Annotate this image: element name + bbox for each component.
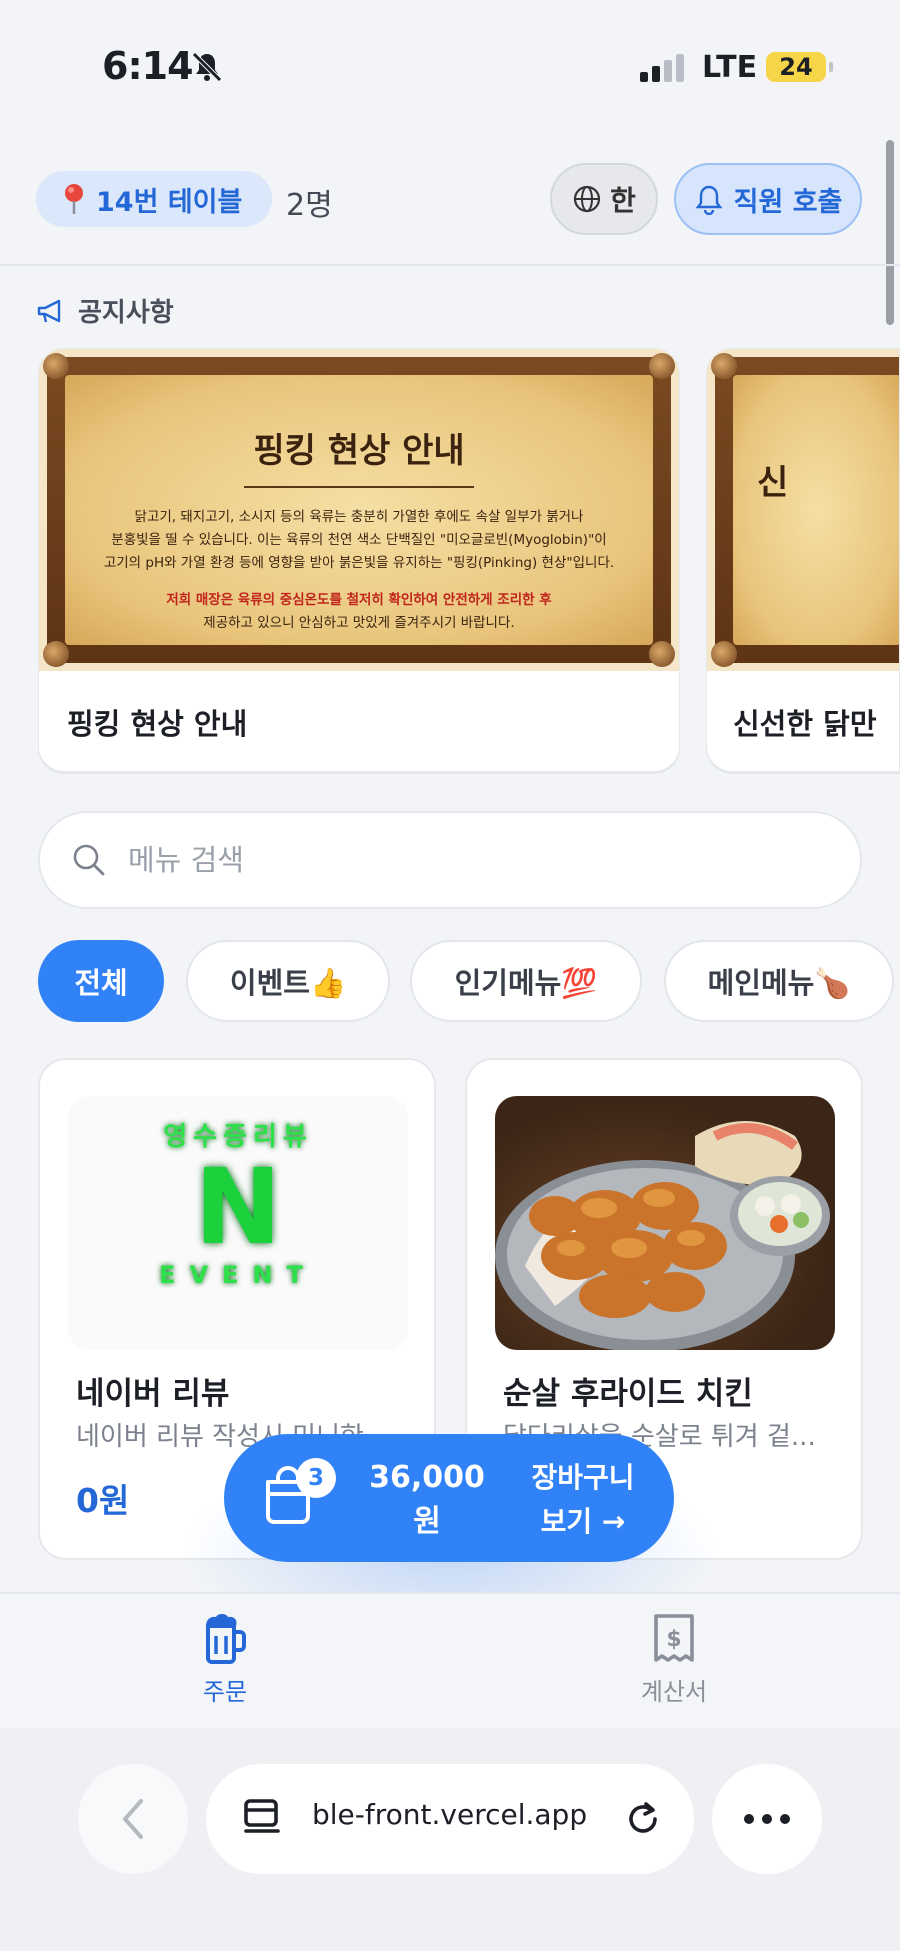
browser-back-button[interactable] [78,1764,188,1874]
category-tab-all[interactable]: 전체 [38,940,164,1022]
notice-card-title: 핑킹 현상 안내 [67,707,248,741]
more-dots-icon [744,1814,790,1824]
network-type: LTE [702,50,758,85]
product-image-text: N [194,1146,282,1268]
notice-section-label: 공지사항 [78,298,174,328]
product-price: 0원 [76,1481,130,1520]
bottom-tab-bar: 주문 $ 계산서 [0,1592,900,1728]
language-button[interactable]: 한 [550,163,658,235]
bell-icon [695,185,723,215]
megaphone-icon [37,299,61,322]
cart-total-amount: 36,000 [369,1460,485,1495]
status-time: 6:14 [102,44,194,88]
guest-count: 2명 [286,188,333,223]
scrollbar[interactable] [886,140,894,325]
search-input[interactable] [128,843,768,877]
cart-total-unit: 원 [413,1504,441,1539]
table-chip: 14번 테이블 [36,171,273,227]
notice-image-text: 제공하고 있으니 안심하고 맛있게 즐겨주시기 바랍니다. [203,615,515,631]
search-icon [73,844,105,876]
call-staff-label: 직원 호출 [733,186,843,218]
cart-view-line: 보기 → [540,1505,626,1538]
chevron-left-icon [123,1799,143,1839]
product-image: 영수증리뷰 N EVENT [68,1096,408,1350]
notice-image-heading: 핑킹 현상 안내 [253,431,465,471]
call-staff-button[interactable]: 직원 호출 [674,163,862,235]
product-image-text: EVENT [159,1261,317,1289]
svg-text:$: $ [666,1627,681,1652]
notice-image: 신 [707,349,899,671]
tab-bill[interactable]: $ 계산서 [604,1612,744,1707]
signal-icon [640,54,684,82]
cart-total: 36,000 원 [342,1456,512,1544]
bell-off-icon [192,52,222,82]
browser-url-text: ble-front.vercel.app [312,1798,588,1831]
receipt-icon: $ [654,1614,694,1662]
battery-indicator: 24 [766,52,833,82]
globe-icon [574,185,601,213]
browser-toolbar: ble-front.vercel.app [0,1728,900,1951]
product-image-text: 영수증리뷰 [163,1122,313,1152]
beer-mug-icon [206,1614,246,1664]
tab-order[interactable]: 주문 [155,1612,295,1707]
status-bar: 6:14 LTE 24 [0,0,900,130]
cart-view-line: 장바구니 [531,1461,635,1494]
category-tab-main[interactable]: 메인메뉴🍗 [664,940,894,1022]
product-name: 순살 후라이드 치킨 [503,1376,753,1412]
notice-image-text: 분홍빛을 띨 수 있습니다. 이는 육류의 천연 색소 단백질인 "미오글로빈(… [111,532,607,548]
notice-card[interactable]: 핑킹 현상 안내 닭고기, 돼지고기, 소시지 등의 육류는 충분히 가열한 후… [38,348,680,772]
header-divider [0,264,900,266]
browser-more-button[interactable] [712,1764,822,1874]
product-image [495,1096,835,1350]
pin-icon [65,184,83,214]
view-cart-button[interactable]: 3 36,000 원 장바구니 보기 → [224,1434,674,1562]
notice-card[interactable]: 신 신선한 닭만 [706,348,900,772]
category-tab-popular[interactable]: 인기메뉴💯 [410,940,642,1022]
cart-view-label: 장바구니 보기 → [508,1456,658,1544]
tab-bill-label: 계산서 [640,1678,708,1706]
cart-count-badge: 3 [296,1458,336,1498]
reload-icon[interactable] [622,1798,664,1840]
notice-image: 핑킹 현상 안내 닭고기, 돼지고기, 소시지 등의 육류는 충분히 가열한 후… [39,349,679,671]
notice-image-text: 닭고기, 돼지고기, 소시지 등의 육류는 충분히 가열한 후에도 속살 일부가… [134,509,584,525]
language-label: 한 [610,184,636,217]
browser-url-bar[interactable]: ble-front.vercel.app [206,1764,694,1874]
notice-image-heading: 신 [757,463,789,503]
notice-image-text: 저희 매장은 육류의 중심온도를 철저히 확인하여 안전하게 조리한 후 [166,592,552,608]
search-bar[interactable] [38,811,862,909]
table-number: 14번 테이블 [96,186,243,218]
fried-chicken-illustration [495,1121,830,1350]
notice-card-title: 신선한 닭만 [733,707,877,741]
tab-order-label: 주문 [202,1678,248,1706]
product-name: 네이버 리뷰 [76,1376,230,1412]
page-menu-icon[interactable] [242,1796,286,1840]
notice-section-title: 공지사항 [36,292,174,329]
category-tab-event[interactable]: 이벤트👍 [186,940,390,1022]
notice-image-text: 고기의 pH와 가열 환경 등에 영향을 받아 붉은빛을 유지하는 "핑킹(Pi… [103,555,615,571]
